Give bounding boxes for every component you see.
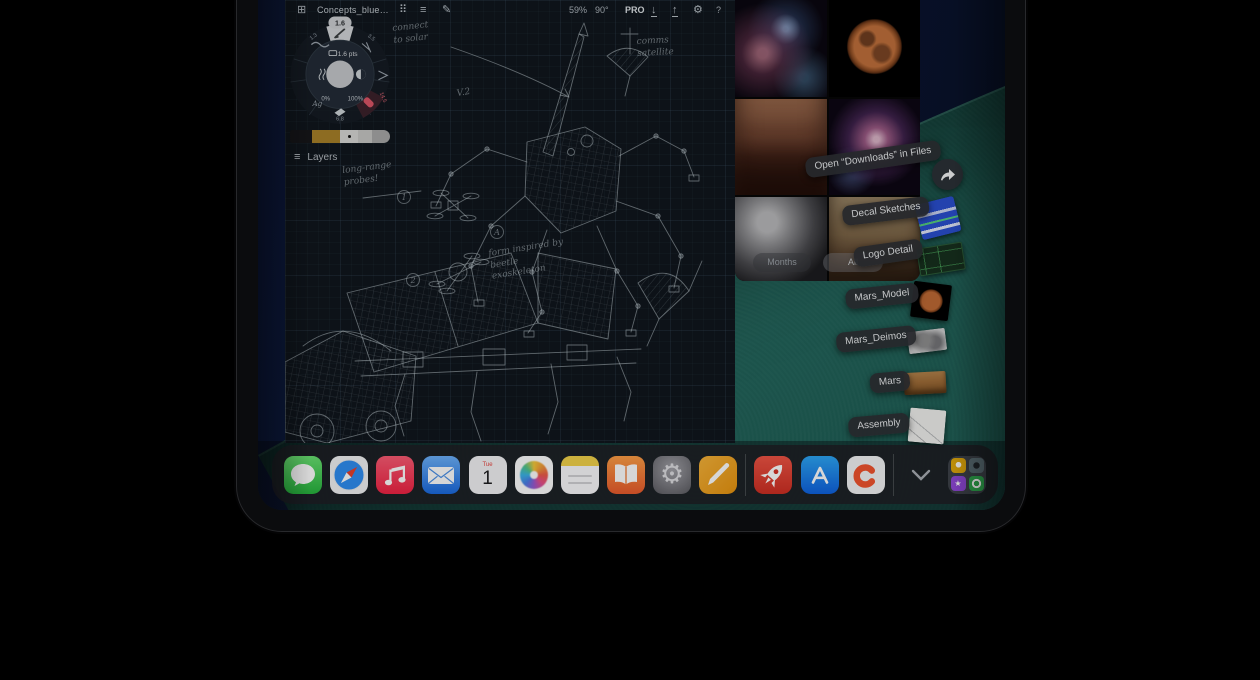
dock-icon-mail[interactable] xyxy=(422,456,460,494)
dock-icon-calendar[interactable]: Tue 1 xyxy=(469,456,507,494)
mini-clock-icon xyxy=(969,476,984,491)
drag-label-decal-sketches[interactable]: Decal Sketches xyxy=(841,196,930,227)
drag-label-mars-deimos[interactable]: Mars_Deimos xyxy=(835,325,916,353)
dock-icon-concepts[interactable] xyxy=(847,456,885,494)
dock-icon-messages[interactable] xyxy=(284,456,322,494)
dock-icon-app-library[interactable] xyxy=(948,456,986,494)
calendar-day: 1 xyxy=(482,469,493,489)
dock-divider xyxy=(745,454,746,496)
mini-camera-icon xyxy=(969,458,984,473)
drag-label-mars[interactable]: Mars xyxy=(869,370,911,393)
dock: Tue 1 ⚙ xyxy=(272,445,998,504)
photos-flower-icon xyxy=(520,461,548,489)
gear-icon: ⚙ xyxy=(660,461,684,488)
drag-stack: Open “Downloads” in Files Decal Sketches… xyxy=(258,0,1005,510)
drag-label-mars-model[interactable]: Mars_Model xyxy=(845,282,920,310)
dock-icon-photos[interactable] xyxy=(515,456,553,494)
mini-tips-icon xyxy=(951,458,966,473)
dock-icon-rocket[interactable] xyxy=(754,456,792,494)
dock-icon-music[interactable] xyxy=(376,456,414,494)
share-drop-icon[interactable] xyxy=(932,159,963,190)
dock-icon-books[interactable] xyxy=(607,456,645,494)
dock-icon-safari[interactable] xyxy=(330,456,368,494)
dock-icon-app-store[interactable] xyxy=(801,456,839,494)
drag-label-assembly[interactable]: Assembly xyxy=(848,412,911,437)
dock-icon-sketch-pen[interactable] xyxy=(699,456,737,494)
dock-icon-notes[interactable] xyxy=(561,456,599,494)
drop-banner[interactable]: Open “Downloads” in Files xyxy=(804,140,941,179)
mini-star-icon xyxy=(951,476,966,491)
drag-label-logo-detail[interactable]: Logo Detail xyxy=(853,238,924,267)
drag-thumb-logo-detail[interactable] xyxy=(916,242,966,277)
dock-hide-chevron[interactable] xyxy=(902,456,940,494)
ipad-screen: ⊞ Concepts_blue… ⠿ ≡ ✎ 59% 90° PRO ↓ ↑ ⚙… xyxy=(258,0,1005,510)
dock-divider xyxy=(893,454,894,496)
dock-icon-settings[interactable]: ⚙ xyxy=(653,456,691,494)
drag-thumb-assembly[interactable] xyxy=(908,407,947,444)
